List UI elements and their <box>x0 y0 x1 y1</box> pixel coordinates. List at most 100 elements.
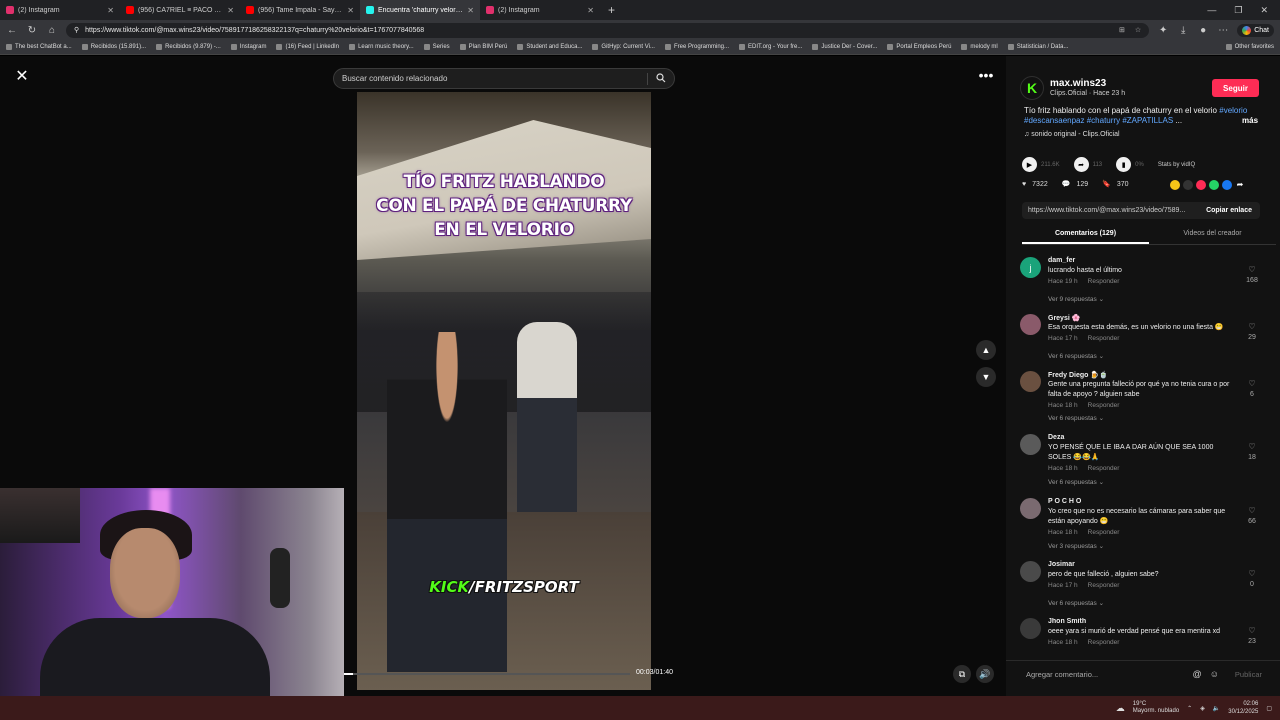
star-icon[interactable]: ☆ <box>1135 26 1141 34</box>
maximize-icon[interactable]: ❐ <box>1234 5 1242 16</box>
avatar[interactable] <box>1020 561 1041 582</box>
minimize-icon[interactable]: — <box>1207 5 1216 16</box>
bookmark[interactable]: Learn music theory... <box>349 44 414 50</box>
creator-username[interactable]: max.wins23 <box>1050 78 1106 89</box>
comment-input[interactable]: Agregar comentario... <box>1026 670 1098 679</box>
next-video-icon[interactable]: ▼ <box>976 367 996 387</box>
view-replies-link[interactable]: Ver 6 respuestas ⌄ <box>1048 599 1104 607</box>
coin-icon[interactable] <box>1170 180 1180 190</box>
bar-chart-icon[interactable]: ▮ <box>1116 157 1132 172</box>
copy-link-button[interactable]: Copiar enlace <box>1206 207 1260 214</box>
like-heart-icon[interactable]: ♡ <box>1245 265 1259 274</box>
view-replies-link[interactable]: Ver 6 respuestas ⌄ <box>1048 414 1104 422</box>
bookmark[interactable]: Free Programming... <box>664 44 729 50</box>
avatar[interactable] <box>1020 434 1041 455</box>
notifications-icon[interactable]: ▢ <box>1266 705 1272 712</box>
comment-username[interactable]: Fredy Diego 🍺🍵 <box>1048 371 1108 379</box>
comment-icon[interactable]: 💬 <box>1062 180 1071 188</box>
url-field[interactable]: ⚲ https://www.tiktok.com/@max.wins23/vid… <box>66 22 1150 38</box>
browser-tab[interactable]: (956) Tame Impala - Say It Righ ✕ <box>240 0 360 20</box>
more-button[interactable]: más <box>1242 116 1258 125</box>
bookmark[interactable]: EDIT.org - Your fre... <box>739 44 802 50</box>
bookmark[interactable]: Justice Der - Cover... <box>812 44 877 50</box>
avatar[interactable] <box>1020 371 1041 392</box>
hashtag-link[interactable]: #descansaenpaz <box>1024 116 1085 125</box>
chat-button[interactable]: Chat <box>1237 23 1274 37</box>
avatar[interactable] <box>1020 314 1041 335</box>
view-replies-link[interactable]: Ver 6 respuestas ⌄ <box>1048 478 1104 486</box>
close-tab-icon[interactable]: ✕ <box>587 6 594 15</box>
bookmark[interactable]: Instagram <box>230 44 266 50</box>
whatsapp-icon[interactable] <box>1209 180 1219 190</box>
menu-icon[interactable]: ⋯ <box>1217 25 1229 36</box>
view-replies-link[interactable]: Ver 3 respuestas ⌄ <box>1048 542 1104 550</box>
browser-tab[interactable]: (2) Instagram ✕ <box>480 0 600 20</box>
other-favorites[interactable]: Other favorites <box>1225 44 1274 50</box>
comment-username[interactable]: Jhon Smith <box>1048 618 1086 625</box>
share-icon[interactable]: ➦ <box>1073 157 1089 172</box>
weather-widget[interactable]: 19°C Mayorm. nublado <box>1133 701 1179 715</box>
like-heart-icon[interactable]: ♡ <box>1245 626 1259 635</box>
close-tab-icon[interactable]: ✕ <box>467 6 474 15</box>
bookmark[interactable]: (16) Feed | LinkedIn <box>276 44 339 50</box>
bookmark[interactable]: Plan BIM Perú <box>459 44 507 50</box>
weather-icon[interactable]: ☁ <box>1116 703 1125 714</box>
browser-tab[interactable]: (2) Instagram ✕ <box>0 0 120 20</box>
reload-icon[interactable]: ↻ <box>26 25 38 36</box>
video-progress-bar[interactable] <box>344 673 630 675</box>
previous-video-icon[interactable]: ▲ <box>976 340 996 360</box>
reply-button[interactable]: Responder <box>1088 278 1120 285</box>
site-info-icon[interactable]: ⚲ <box>74 26 79 34</box>
avatar[interactable] <box>1020 618 1041 639</box>
profile-icon[interactable]: ● <box>1197 25 1209 36</box>
reply-button[interactable]: Responder <box>1088 402 1120 409</box>
avatar[interactable] <box>1020 498 1041 519</box>
comment-composer[interactable]: Agregar comentario... @ ☺ Publicar <box>1006 660 1280 687</box>
bookmark[interactable]: GitHyp: Current Vi... <box>592 44 655 50</box>
bookmark[interactable]: Recibidos (15.891)... <box>81 44 146 50</box>
bookmark[interactable]: Statistician / Data... <box>1007 44 1068 50</box>
heart-icon[interactable]: ♥ <box>1022 181 1026 188</box>
publish-button[interactable]: Publicar <box>1235 670 1262 679</box>
tray-chevron-icon[interactable]: ⌃ <box>1187 705 1192 712</box>
bookmark[interactable]: Student and Educa... <box>517 44 582 50</box>
close-tab-icon[interactable]: ✕ <box>107 6 114 15</box>
tab-comments[interactable]: Comentarios (129) <box>1022 227 1149 244</box>
bookmark[interactable]: Recibidos (9.879) -... <box>156 44 221 50</box>
more-options-icon[interactable]: ••• <box>976 68 996 88</box>
mention-icon[interactable]: @ <box>1193 669 1202 679</box>
view-replies-link[interactable]: Ver 9 respuestas ⌄ <box>1048 295 1104 303</box>
share-arrow-icon[interactable]: ➦ <box>1235 180 1245 190</box>
speaker-icon[interactable]: 🔈 <box>1213 705 1220 712</box>
downloads-icon[interactable]: ⤓ <box>1177 25 1189 36</box>
tab-creator-videos[interactable]: Videos del creador <box>1149 227 1276 244</box>
like-heart-icon[interactable]: ♡ <box>1245 379 1259 388</box>
facebook-icon[interactable] <box>1222 180 1232 190</box>
close-tab-icon[interactable]: ✕ <box>347 6 354 15</box>
like-heart-icon[interactable]: ♡ <box>1245 322 1259 331</box>
volume-icon[interactable]: 🔊 <box>976 665 994 683</box>
comment-username[interactable]: P O C H O <box>1048 498 1081 505</box>
bookmark[interactable]: Portal Empleos Perú <box>887 44 951 50</box>
pip-icon[interactable]: ⧉ <box>953 665 971 683</box>
bookmark[interactable]: melody ml <box>961 44 998 50</box>
creator-avatar[interactable]: K <box>1020 76 1044 100</box>
hashtag-link[interactable]: #chaturry <box>1087 116 1120 125</box>
play-icon[interactable]: ▶ <box>1022 157 1037 172</box>
reply-button[interactable]: Responder <box>1088 529 1120 536</box>
reply-button[interactable]: Responder <box>1088 582 1120 589</box>
sound-link[interactable]: ♫ sonido original - Clips.Oficial <box>1024 131 1120 138</box>
like-heart-icon[interactable]: ♡ <box>1245 506 1259 515</box>
home-icon[interactable]: ⌂ <box>46 25 58 36</box>
network-icon[interactable]: ◈ <box>1200 705 1205 712</box>
video-player[interactable]: TÍO FRITZ HABLANDO CON EL PAPÁ DE CHATUR… <box>357 92 651 690</box>
bookmark-icon[interactable]: 🔖 <box>1102 180 1111 188</box>
reply-button[interactable]: Responder <box>1088 335 1120 342</box>
reply-button[interactable]: Responder <box>1088 639 1120 646</box>
search-input[interactable]: Buscar contenido relacionado <box>333 68 675 89</box>
emoji-icon[interactable]: ☺ <box>1210 669 1219 679</box>
video-link-text[interactable]: https://www.tiktok.com/@max.wins23/video… <box>1028 207 1185 214</box>
close-window-icon[interactable]: ✕ <box>1260 5 1268 16</box>
close-tab-icon[interactable]: ✕ <box>227 6 234 15</box>
embed-icon[interactable] <box>1183 180 1193 190</box>
